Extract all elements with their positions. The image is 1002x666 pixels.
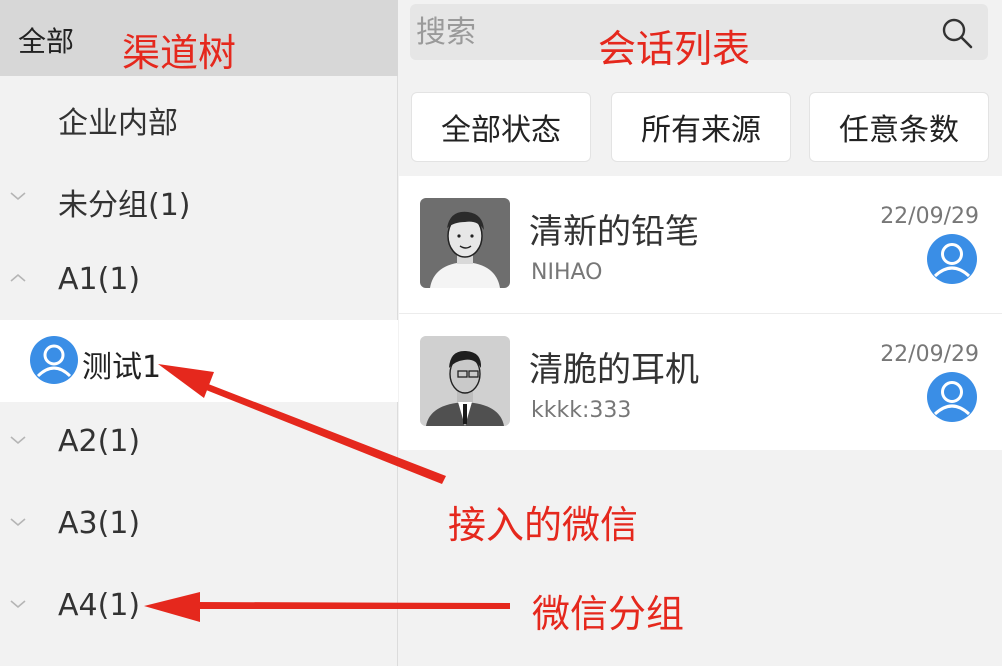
conversation-last-message: kkkk:333	[531, 398, 632, 423]
chevron-down-icon	[10, 192, 26, 201]
tree-item-a2[interactable]: A2(1)	[0, 402, 398, 484]
contact-photo	[420, 336, 510, 426]
chevron-down-icon	[10, 518, 26, 527]
person-illustration-icon	[420, 336, 510, 426]
filter-source-button[interactable]: 所有来源	[611, 92, 791, 162]
annotation-connected-wechat: 接入的微信	[448, 503, 639, 547]
conversation-item[interactable]: 清新的铅笔 NIHAO 22/09/29	[399, 176, 1002, 313]
channel-tree-header-title: 全部	[18, 25, 75, 58]
tree-item-a1[interactable]: A1(1)	[0, 240, 398, 322]
conversation-last-message: NIHAO	[531, 260, 603, 285]
chevron-down-icon	[10, 600, 26, 609]
conversation-item[interactable]: 清脆的耳机 kkkk:333 22/09/29	[399, 313, 1002, 450]
filter-count-button[interactable]: 任意条数	[809, 92, 989, 162]
conversation-date: 22/09/29	[880, 342, 979, 367]
search-icon[interactable]	[940, 16, 974, 50]
user-avatar-icon	[927, 372, 977, 422]
user-avatar-icon	[927, 234, 977, 284]
annotation-channel-tree: 渠道树	[122, 31, 237, 75]
conversation-date: 22/09/29	[880, 204, 979, 229]
tree-item-a3[interactable]: A3(1)	[0, 484, 398, 566]
conversation-list: 清新的铅笔 NIHAO 22/09/29 清脆的耳机 kkkk:333 22/0…	[399, 176, 1002, 450]
tree-item-label: A2(1)	[58, 424, 141, 459]
conversation-panel: 全部状态 所有来源 任意条数 清新的铅笔	[399, 0, 1002, 666]
tree-item-test1[interactable]: 测试1	[0, 320, 398, 402]
contact-photo	[420, 198, 510, 288]
tree-item-label: 测试1	[82, 350, 162, 385]
tree-item-label: 未分组(1)	[58, 188, 191, 223]
chevron-down-icon	[10, 436, 26, 445]
tree-item-label: A3(1)	[58, 506, 141, 541]
tree-item-label: A4(1)	[58, 588, 141, 623]
channel-tree-panel: 全部 企业内部 未分组(1) A1(1) 测试1 A2(1) A3(1) A4(…	[0, 0, 398, 666]
annotation-wechat-group: 微信分组	[532, 592, 685, 636]
tree-item-internal[interactable]: 企业内部	[0, 76, 398, 158]
tree-item-ungrouped[interactable]: 未分组(1)	[0, 158, 398, 240]
user-avatar-icon	[30, 336, 78, 384]
conversation-name: 清脆的耳机	[529, 350, 699, 390]
filter-status-button[interactable]: 全部状态	[411, 92, 591, 162]
tree-item-label: 企业内部	[58, 106, 178, 141]
person-illustration-icon	[420, 198, 510, 288]
chevron-up-icon	[10, 273, 26, 282]
annotation-conversation-list: 会话列表	[598, 27, 751, 71]
conversation-name: 清新的铅笔	[529, 212, 699, 252]
app-root: 全部 企业内部 未分组(1) A1(1) 测试1 A2(1) A3(1) A4(…	[0, 0, 1002, 666]
tree-item-label: A1(1)	[58, 262, 141, 297]
tree-item-a4[interactable]: A4(1)	[0, 566, 398, 648]
